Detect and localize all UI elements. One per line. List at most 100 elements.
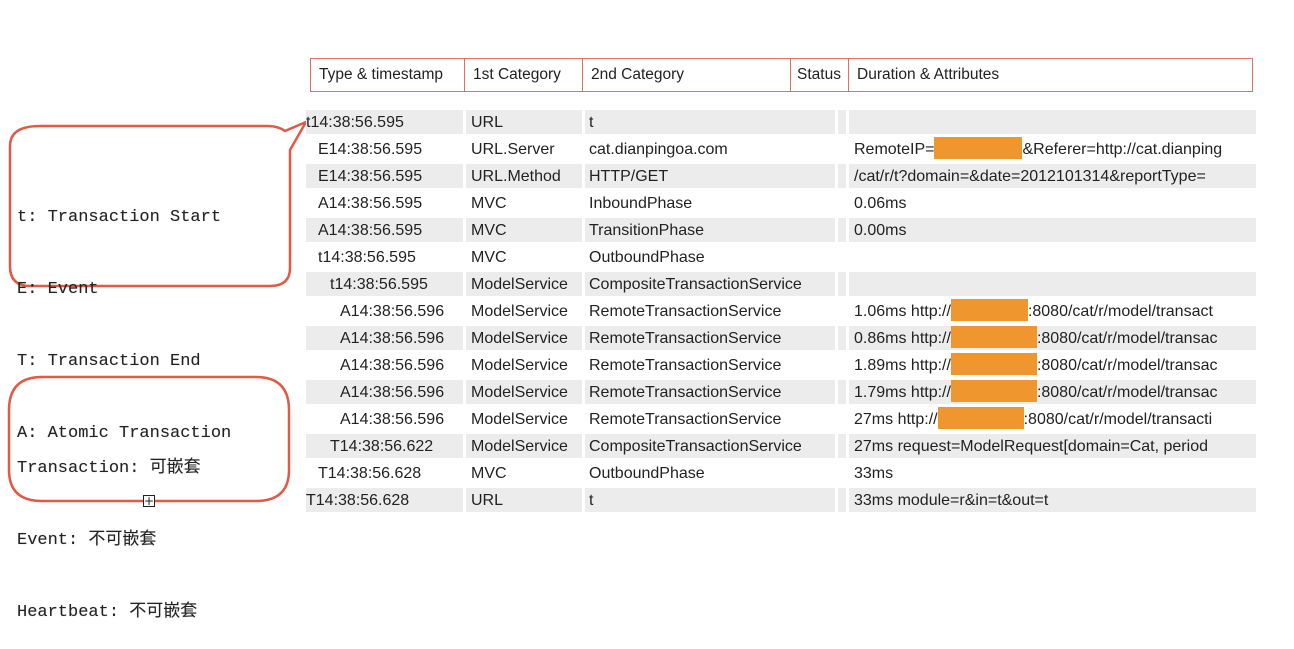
- redaction-block: [937, 407, 1024, 429]
- table-row: A14:38:56.596 ModelService RemoteTransacti…: [306, 353, 1256, 380]
- duration-attributes-cell: 1.79ms http:// :8080/cat/r/model/transac: [849, 380, 1256, 404]
- second-category-cell: RemoteTransactionService: [589, 303, 782, 320]
- status-cell: [838, 137, 846, 161]
- attributes-text: 1.79ms http://: [854, 384, 951, 401]
- type-timestamp-cell: A14:38:56.595: [306, 218, 463, 242]
- first-category-cell: ModelService: [471, 411, 568, 428]
- redaction-block: [950, 326, 1037, 348]
- first-category-cell: ModelService: [471, 303, 568, 320]
- attributes-text-continued: :8080/cat/r/model/transact: [1027, 303, 1213, 320]
- second-category-cell: CompositeTransactionService: [585, 272, 835, 296]
- attributes-text: 27ms request=ModelRequest[domain=Cat, pe…: [854, 438, 1208, 455]
- type-timestamp-cell: A14:38:56.596: [306, 380, 463, 404]
- expand-plus-icon[interactable]: +: [143, 495, 155, 507]
- table-row: A14:38:56.596 ModelService RemoteTransacti…: [306, 380, 1256, 407]
- second-category-cell: OutboundPhase: [589, 465, 705, 482]
- status-cell: [838, 245, 846, 269]
- status-cell: [838, 218, 846, 242]
- duration-attributes-cell: 0.86ms http://:8080/cat/r/model/transac: [849, 326, 1256, 350]
- status-cell: [838, 380, 846, 404]
- first-category-cell: ModelService: [466, 326, 582, 350]
- status-cell: [838, 407, 846, 431]
- attributes-text-continued: :8080/cat/r/model/transac: [1036, 357, 1218, 374]
- table-row: E14:38:56.595 URL.Method HTTP/GET/cat/r/t?…: [306, 164, 1256, 191]
- table-row: t14:38:56.595 MVC OutboundPhase: [306, 245, 1256, 272]
- second-category-cell: t: [585, 110, 835, 134]
- first-category-cell: ModelService: [466, 434, 582, 458]
- header-duration-attributes: Duration & Attributes: [857, 66, 1000, 83]
- status-cell: [838, 461, 846, 485]
- duration-attributes-cell: [849, 110, 1256, 134]
- header-2nd-category: 2nd Category: [583, 59, 791, 91]
- legend-line: t: Transaction Start: [17, 208, 222, 227]
- duration-attributes-cell: 33ms module=r&in=t&out=t: [849, 488, 1256, 512]
- legend-line: Event: 不可嵌套: [17, 531, 157, 550]
- table-row: t14:38:56.595 URL t: [306, 110, 1256, 137]
- first-category-cell: ModelService: [471, 357, 568, 374]
- attributes-text: /cat/r/t?domain=&date=2012101314&reportT…: [854, 168, 1206, 185]
- attributes-text: 1.89ms http://: [854, 357, 951, 374]
- attributes-text-continued: :8080/cat/r/model/transacti: [1023, 411, 1213, 428]
- attributes-text: 33ms: [854, 465, 894, 482]
- attributes-text: 0.86ms http://: [854, 330, 951, 347]
- table-header: Type & timestamp 1st Category 2nd Catego…: [310, 58, 1253, 92]
- header-type-timestamp: Type & timestamp: [311, 59, 465, 91]
- type-timestamp-cell: t14:38:56.595: [306, 272, 463, 296]
- table-row: T14:38:56.628 URL t 33ms module=r&in=t&out=…: [306, 488, 1256, 515]
- table-row: t14:38:56.595 ModelService CompositeTransa…: [306, 272, 1256, 299]
- second-category-cell: CompositeTransactionService: [585, 434, 835, 458]
- duration-attributes-cell: /cat/r/t?domain=&date=2012101314&reportT…: [849, 164, 1256, 188]
- nesting-legend: Transaction: 可嵌套 Event: 不可嵌套 Heartbeat: …: [17, 409, 201, 649]
- type-timestamp-cell: A14:38:56.596: [340, 303, 445, 320]
- duration-attributes-cell: 27ms http:// :8080/cat/r/model/transacti: [849, 407, 1256, 431]
- status-cell: [838, 191, 846, 215]
- first-category-cell: ModelService: [466, 272, 582, 296]
- duration-attributes-cell: 0.06ms: [849, 191, 1256, 215]
- attributes-text-continued: &Referer=http://cat.dianping: [1022, 141, 1223, 158]
- redaction-block: [950, 299, 1028, 321]
- second-category-cell: t: [585, 488, 835, 512]
- type-timestamp-cell: A14:38:56.595: [318, 195, 423, 212]
- redaction-block: [934, 137, 1023, 159]
- type-timestamp-cell: t14:38:56.595: [318, 249, 416, 266]
- duration-attributes-cell: 33ms: [849, 461, 1256, 485]
- attributes-text-continued: :8080/cat/r/model/transac: [1036, 384, 1218, 401]
- type-timestamp-cell: E14:38:56.595: [318, 141, 423, 158]
- attributes-text: 1.06ms http://: [854, 303, 951, 320]
- status-cell: [838, 488, 846, 512]
- table-row: T14:38:56.622 ModelService CompositeTransa…: [306, 434, 1256, 461]
- message-tree-table: t14:38:56.595 URL t E14:38:56.595 URL.Server…: [306, 110, 1256, 515]
- first-category-cell: URL.Server: [471, 141, 555, 158]
- type-timestamp-cell: A14:38:56.596: [340, 357, 445, 374]
- redaction-block: [950, 380, 1037, 402]
- attributes-text: 33ms module=r&in=t&out=t: [854, 492, 1049, 509]
- attributes-text: 27ms http://: [854, 411, 938, 428]
- table-row: A14:38:56.596 ModelService RemoteTransacti…: [306, 326, 1256, 353]
- table-row: A14:38:56.595 MVC InboundPhase 0.06ms: [306, 191, 1256, 218]
- second-category-cell: InboundPhase: [589, 195, 693, 212]
- second-category-cell: RemoteTransactionService: [585, 380, 835, 404]
- type-timestamp-cell: t14:38:56.595: [306, 110, 463, 134]
- duration-attributes-cell: 27ms request=ModelRequest[domain=Cat, pe…: [849, 434, 1256, 458]
- attributes-text: 0.06ms: [854, 195, 907, 212]
- redaction-block: [950, 353, 1037, 375]
- legend-line: E: Event: [17, 280, 99, 299]
- first-category-cell: URL: [466, 110, 582, 134]
- first-category-cell: MVC: [471, 195, 507, 212]
- second-category-cell: RemoteTransactionService: [585, 326, 835, 350]
- duration-attributes-cell: 1.89ms http:// :8080/cat/r/model/transac: [849, 353, 1256, 377]
- table-row: E14:38:56.595 URL.Server cat.dianpingoa.co…: [306, 137, 1256, 164]
- first-category-cell: ModelService: [466, 380, 582, 404]
- duration-attributes-cell: 0.00ms: [849, 218, 1256, 242]
- status-cell: [838, 110, 846, 134]
- table-row: A14:38:56.596 ModelService RemoteTransacti…: [306, 299, 1256, 326]
- second-category-cell: OutboundPhase: [589, 249, 705, 266]
- type-timestamp-cell: T14:38:56.628: [318, 465, 422, 482]
- first-category-cell: MVC: [466, 218, 582, 242]
- attributes-text: RemoteIP=: [854, 141, 935, 158]
- table-row: T14:38:56.628 MVC OutboundPhase 33ms: [306, 461, 1256, 488]
- duration-attributes-cell: 1.06ms http:// :8080/cat/r/model/transact: [849, 299, 1256, 323]
- first-category-cell: URL.Method: [466, 164, 582, 188]
- table-row: A14:38:56.596 ModelService RemoteTransacti…: [306, 407, 1256, 434]
- duration-attributes-cell: [849, 245, 1256, 269]
